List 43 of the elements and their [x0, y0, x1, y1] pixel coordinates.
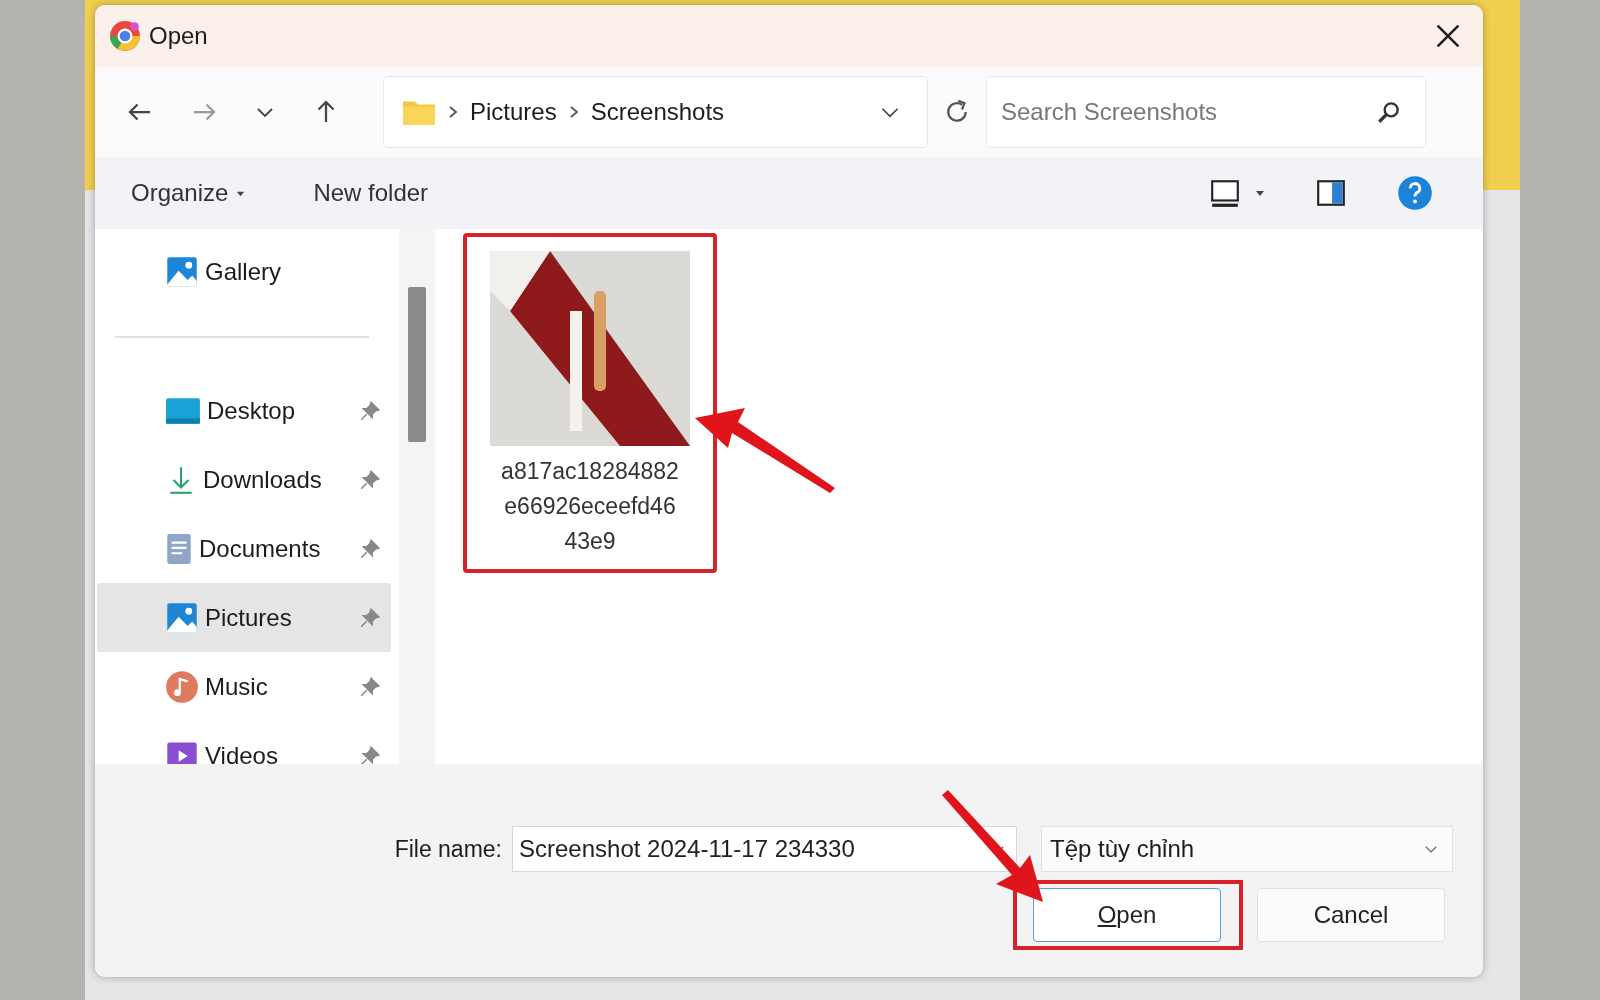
file-name-label: File name:	[394, 835, 502, 863]
file-type-dropdown[interactable]: Tệp tùy chỉnh	[1041, 826, 1453, 872]
scrollbar-thumb[interactable]	[408, 287, 426, 442]
pin-icon[interactable]	[359, 744, 381, 764]
music-icon	[165, 669, 199, 704]
view-icon[interactable]	[1209, 177, 1241, 209]
sidebar-item[interactable]: Desktop	[97, 376, 391, 445]
folder-icon	[402, 98, 436, 126]
search-field[interactable]: Search Screenshots	[986, 76, 1426, 148]
chevron-right-icon	[568, 105, 579, 119]
sidebar-item[interactable]: Music	[97, 652, 391, 721]
caret-icon[interactable]	[1255, 188, 1265, 198]
pin-icon[interactable]	[359, 675, 381, 698]
cancel-button[interactable]: Cancel	[1257, 888, 1445, 942]
help-icon[interactable]	[1397, 175, 1433, 211]
close-icon[interactable]	[1435, 23, 1461, 49]
file-name: a817ac18284882e66926eceefd4643e9	[500, 457, 680, 556]
picture-icon	[165, 600, 199, 635]
new-folder-button[interactable]: New folder	[303, 173, 439, 213]
preview-pane-icon[interactable]	[1315, 177, 1347, 209]
pin-icon[interactable]	[359, 399, 381, 422]
pin-icon[interactable]	[359, 606, 381, 629]
sidebar-item[interactable]: Videos	[97, 721, 391, 764]
sidebar-item[interactable]: Gallery	[97, 237, 391, 306]
picture-icon	[165, 254, 199, 289]
desktop-icon	[165, 396, 201, 425]
document-icon	[165, 532, 193, 565]
organize-menu-button[interactable]: Organize	[121, 173, 256, 213]
breadcrumb-item[interactable]: Pictures	[470, 98, 557, 126]
chevron-right-icon	[448, 105, 458, 119]
pin-icon[interactable]	[359, 468, 381, 491]
sidebar-item[interactable]: Documents	[97, 514, 391, 583]
file-item[interactable]: a817ac18284882e66926eceefd4643e9	[463, 233, 717, 573]
open-button[interactable]: Open	[1033, 888, 1221, 942]
file-name-field[interactable]: Screenshot 2024-11-17 234330	[512, 826, 1017, 872]
search-icon	[1376, 99, 1402, 125]
breadcrumb-item[interactable]: Screenshots	[590, 98, 725, 126]
address-bar[interactable]: Pictures Screenshots	[383, 76, 928, 148]
pin-icon[interactable]	[359, 537, 381, 560]
window-title: Open	[149, 22, 208, 50]
sidebar-item[interactable]: Downloads	[97, 445, 391, 514]
sidebar-item[interactable]: Pictures	[97, 583, 391, 652]
app-icon	[109, 20, 141, 52]
